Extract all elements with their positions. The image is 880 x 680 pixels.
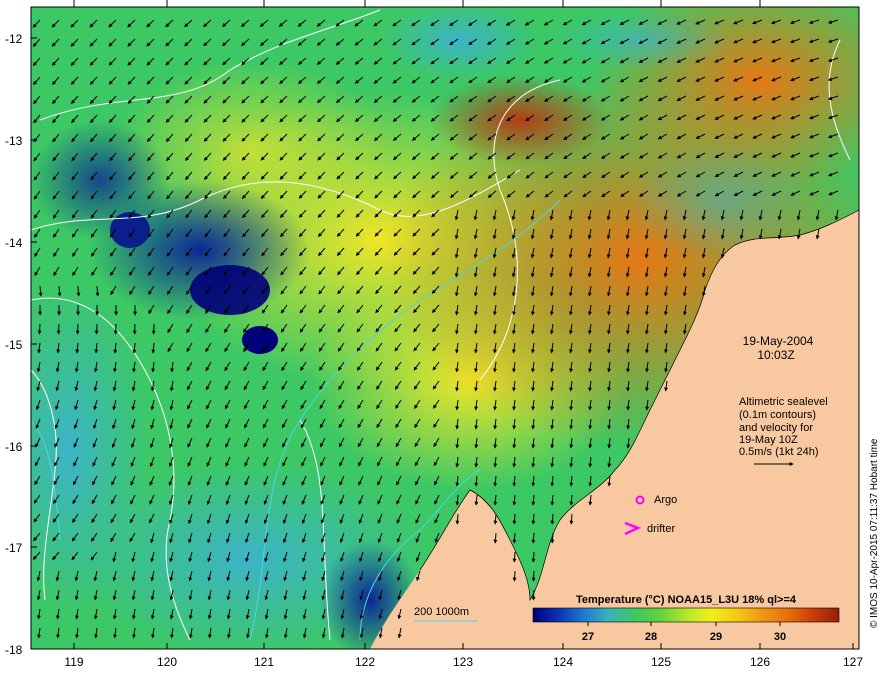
colorbar-tick: 29 (710, 631, 722, 643)
colorbar-title: Temperature (°C) NOAA15_L3U 18% ql>=4 (576, 594, 797, 606)
y-tick-label: -16 (5, 440, 23, 454)
colorbar-tick: 30 (774, 631, 786, 643)
velocity-arrow (531, 570, 536, 582)
legend-line: 0.5m/s (1kt 24h) (739, 446, 818, 458)
x-tick-label: 127 (843, 655, 863, 669)
velocity-arrow (56, 323, 61, 335)
x-tick-label: 126 (750, 655, 770, 669)
y-tick-label: -14 (5, 236, 23, 250)
y-tick-label: -15 (5, 338, 23, 352)
colorbar-tick: 27 (582, 631, 594, 643)
velocity-arrow (76, 285, 81, 297)
x-tick-label: 123 (453, 655, 473, 669)
y-tick-label: -17 (5, 541, 23, 555)
x-tick-label: 120 (157, 655, 177, 669)
drifter-label: drifter (647, 523, 675, 535)
map-date: 19-May-2004 (743, 334, 814, 348)
velocity-arrow (531, 551, 536, 563)
y-tick-label: -18 (5, 643, 23, 657)
velocity-arrow (95, 285, 100, 297)
velocity-arrow (94, 323, 99, 335)
velocity-arrow (512, 570, 517, 582)
legend-line: Altimetric sealevel (739, 396, 828, 408)
x-tick-label: 125 (651, 655, 671, 669)
y-tick-label: -13 (5, 134, 23, 148)
legend-line: (0.1m contours) (739, 409, 816, 421)
x-tick-label: 121 (254, 655, 274, 669)
x-tick-label: 124 (553, 655, 573, 669)
legend-line: 19-May 10Z (739, 434, 798, 446)
y-tick-label: -12 (5, 32, 23, 46)
velocity-arrow (512, 551, 517, 563)
velocity-arrow (531, 589, 536, 601)
argo-label: Argo (654, 494, 677, 506)
sst-map: -12 -13 -14 -15 -16 -17 -18 119 120 121 … (5, 0, 880, 669)
colorbar-tick: 28 (645, 631, 657, 643)
x-tick-label: 122 (355, 655, 375, 669)
velocity-arrow (75, 323, 80, 335)
x-tick-label: 119 (64, 655, 83, 669)
map-time: 10:03Z (757, 348, 794, 362)
bathymetry-label: 200 1000m (414, 606, 469, 618)
credit-text: © IMOS 10-Apr-2015 07:11:37 Hobart time (869, 438, 880, 628)
legend-line: and velocity for (739, 422, 813, 434)
colorbar-ramp (532, 607, 840, 623)
velocity-arrow (37, 323, 42, 335)
